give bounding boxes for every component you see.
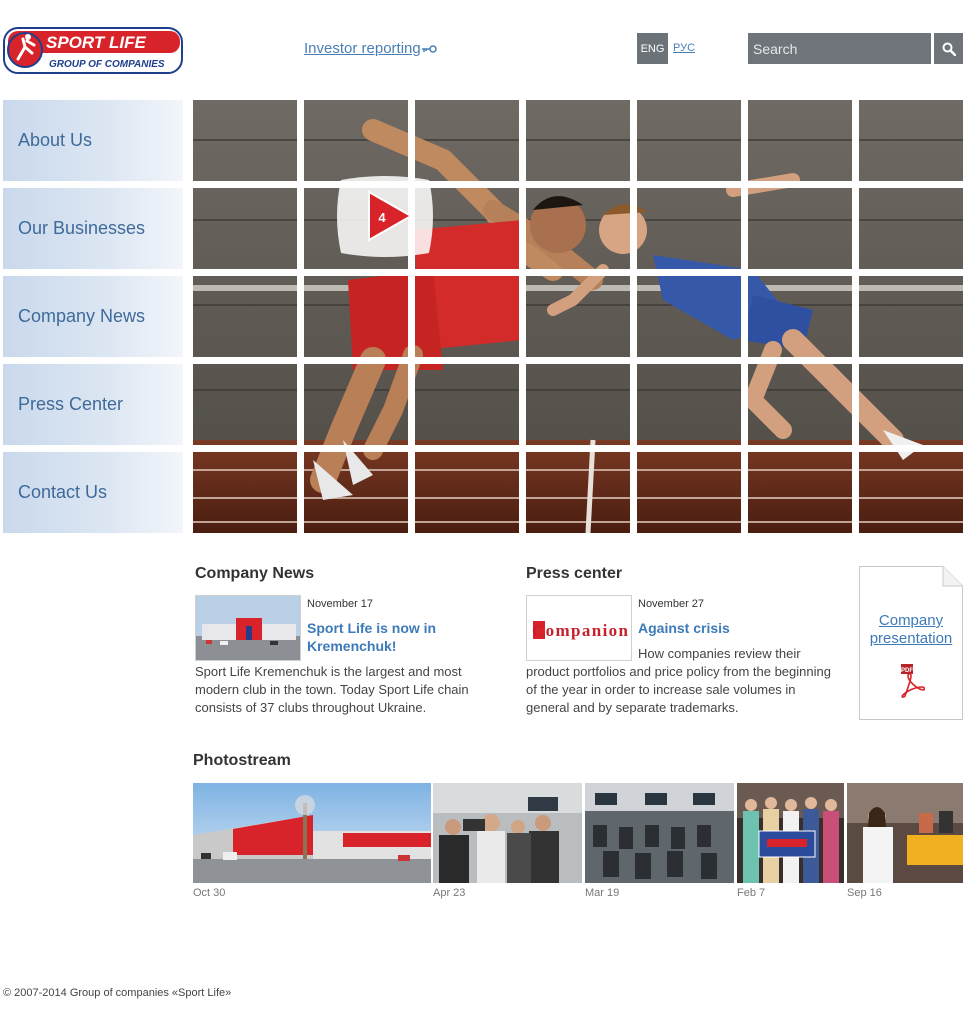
mosaic-tile	[415, 452, 519, 533]
mosaic-tile	[748, 188, 852, 269]
nav-label: Press Center	[18, 394, 124, 414]
mosaic-tile	[859, 364, 963, 445]
companion-logo-text: Companion	[532, 621, 629, 640]
slider-play-button[interactable]: 4	[333, 176, 437, 257]
search-button[interactable]	[934, 33, 963, 64]
mosaic-tile	[859, 100, 963, 181]
logo-subtitle: GROUP OF COMPANIES	[49, 59, 165, 70]
photo-date: Apr 23	[433, 887, 466, 899]
key-icon	[422, 45, 437, 53]
sport-life-logo[interactable]: SPORT LIFE GROUP OF COMPANIES	[3, 27, 183, 74]
mosaic-tile	[304, 100, 408, 181]
photostream-item[interactable]	[847, 783, 963, 883]
mosaic-tile	[304, 276, 408, 357]
mosaic-tile	[193, 188, 297, 269]
mosaic-tile	[304, 364, 408, 445]
mosaic-tile	[637, 452, 741, 533]
company-presentation-card[interactable]: Company presentation PDF	[859, 566, 963, 720]
mosaic-tile	[415, 100, 519, 181]
mosaic-tile	[193, 452, 297, 533]
company-news-link[interactable]: Sport Life is now in Kremenchuk!	[307, 619, 467, 655]
mosaic-tile	[526, 188, 630, 269]
logo-title: SPORT LIFE	[46, 33, 146, 52]
company-news-thumbnail[interactable]	[195, 595, 301, 661]
mosaic-tile	[859, 452, 963, 533]
play-count: 4	[378, 210, 386, 225]
lang-eng-button[interactable]: ENG	[637, 33, 668, 64]
investor-reporting-link[interactable]: Investor reporting	[304, 40, 421, 57]
press-center-heading: Press center	[526, 565, 623, 582]
photostream-item[interactable]	[433, 783, 582, 883]
mosaic-tile	[748, 364, 852, 445]
mosaic-tile	[526, 364, 630, 445]
press-center-date: November 27	[638, 598, 705, 610]
photo-date: Feb 7	[737, 887, 766, 899]
company-news-heading: Company News	[195, 565, 315, 582]
photostream-heading: Photostream	[193, 752, 291, 769]
nav-label: Company News	[18, 306, 146, 326]
mosaic-tile	[748, 452, 852, 533]
photo-date: Sep 16	[847, 887, 882, 899]
photo-date: Oct 30	[193, 887, 226, 899]
nav-press-center[interactable]: Press Center	[3, 364, 183, 445]
nav-company-news[interactable]: Company News	[3, 276, 183, 357]
nav-about-us[interactable]: About Us	[3, 100, 183, 181]
mosaic-tile	[859, 188, 963, 269]
mosaic-tile	[859, 276, 963, 357]
nav-contact-us[interactable]: Contact Us	[3, 452, 183, 533]
mosaic-tile	[748, 276, 852, 357]
mosaic-tile	[193, 100, 297, 181]
press-center-text: How companies review their product portf…	[526, 646, 831, 715]
nav-label: Contact Us	[18, 482, 108, 502]
company-news-text: Sport Life Kremenchuk is the largest and…	[195, 664, 469, 715]
nav-label: About Us	[18, 130, 93, 150]
photo-date: Mar 19	[585, 887, 620, 899]
mosaic-tile	[526, 276, 630, 357]
mosaic-tile	[526, 100, 630, 181]
photostream-item[interactable]	[585, 783, 734, 883]
press-center-link[interactable]: Against crisis	[638, 619, 818, 637]
search-input[interactable]	[748, 33, 931, 64]
photostream-item[interactable]	[737, 783, 844, 883]
mosaic-tile	[637, 276, 741, 357]
mosaic-tile	[415, 364, 519, 445]
nav-label: Our Businesses	[18, 218, 146, 238]
mosaic-tile	[637, 188, 741, 269]
lang-rus-link[interactable]: РУС	[673, 42, 695, 54]
footer-copyright: © 2007-2014 Group of companies «Sport Li…	[3, 987, 232, 999]
pdf-badge: PDF	[901, 668, 913, 674]
mosaic-tile	[304, 452, 408, 533]
pdf-icon: PDF	[901, 664, 925, 698]
search-icon	[942, 42, 956, 56]
nav-our-businesses[interactable]: Our Businesses	[3, 188, 183, 269]
mosaic-tile	[415, 276, 519, 357]
mosaic-tile	[526, 452, 630, 533]
mosaic-tile	[748, 100, 852, 181]
mosaic-tile	[193, 276, 297, 357]
mosaic-tile	[637, 100, 741, 181]
company-news-date: November 17	[307, 598, 374, 610]
hero-mosaic-slider	[193, 100, 963, 533]
mosaic-tile	[637, 364, 741, 445]
photostream-item[interactable]	[193, 783, 431, 883]
mosaic-tile	[193, 364, 297, 445]
company-presentation-title: Company presentation	[869, 612, 953, 647]
